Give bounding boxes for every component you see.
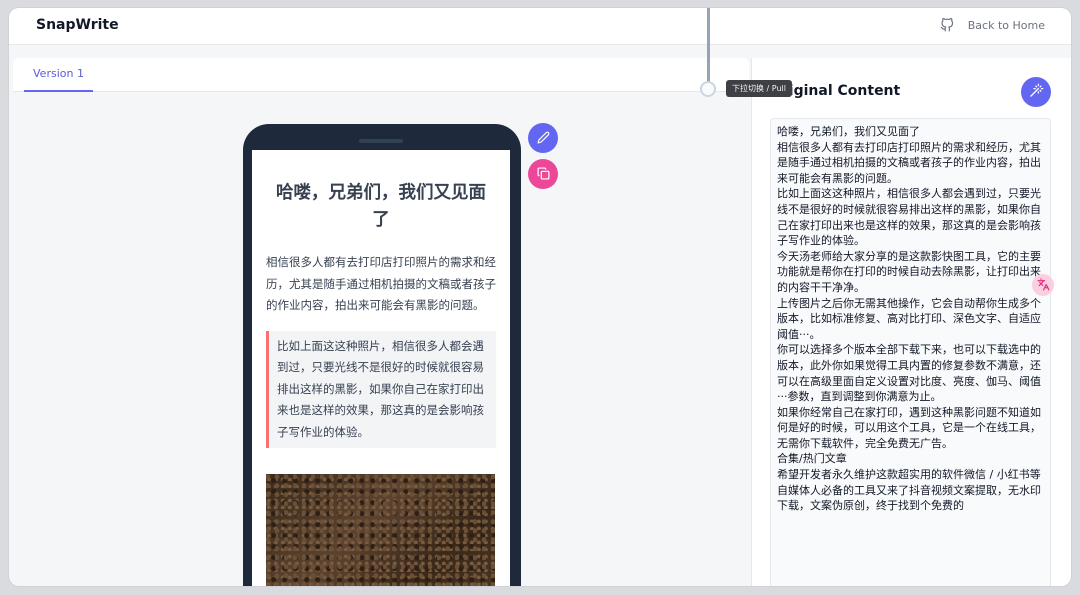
- back-to-home-label: Back to Home: [967, 18, 1045, 32]
- original-content-panel: Original Content 哈喽，兄弟们，我们又见面了 相信很多人都有去打…: [751, 58, 1071, 586]
- app-window: SnapWrite Back to Home Version 1 哈喽，兄弟们，…: [9, 8, 1071, 586]
- pull-handle-knob[interactable]: [700, 81, 716, 97]
- version-tabs: Version 1: [13, 58, 749, 92]
- top-header: SnapWrite Back to Home: [9, 8, 1071, 45]
- back-to-home-link[interactable]: Back to Home: [940, 18, 1045, 32]
- original-content-textarea[interactable]: 哈喽，兄弟们，我们又见面了 相信很多人都有去打印店打印照片的需求和经历，尤其是随…: [770, 118, 1051, 586]
- phone-screen[interactable]: 哈喽，兄弟们，我们又见面了 相信很多人都有去打印店打印照片的需求和经历，尤其是随…: [252, 150, 510, 586]
- magic-rewrite-button[interactable]: [1021, 77, 1051, 107]
- article-title: 哈喽，兄弟们，我们又见面了: [276, 183, 486, 230]
- tab-version-1[interactable]: Version 1: [24, 58, 93, 92]
- github-icon: [940, 18, 954, 32]
- article-image: [266, 474, 495, 586]
- pull-tooltip: 下拉切换 / Pull: [726, 80, 792, 97]
- magic-wand-icon: [1029, 83, 1044, 102]
- edit-button[interactable]: [528, 123, 558, 153]
- brand-logo[interactable]: SnapWrite: [36, 17, 119, 33]
- article-paragraph: 相信很多人都有去打印店打印照片的需求和经历，尤其是随手通过相机拍摄的文稿或者孩子…: [266, 255, 496, 312]
- pull-handle-line[interactable]: [707, 8, 710, 89]
- translate-floating-button[interactable]: [1032, 274, 1054, 296]
- pencil-icon: [536, 129, 550, 148]
- article-quote: 比如上面这这种照片，相信很多人都会遇到过，只要光线不是很好的时候就很容易排出这样…: [266, 330, 496, 448]
- phone-preview: 哈喽，兄弟们，我们又见面了 相信很多人都有去打印店打印照片的需求和经历，尤其是随…: [243, 124, 521, 586]
- copy-button[interactable]: [528, 159, 558, 189]
- copy-icon: [536, 165, 550, 184]
- phone-speaker: [359, 139, 403, 143]
- translate-icon: [1037, 276, 1050, 295]
